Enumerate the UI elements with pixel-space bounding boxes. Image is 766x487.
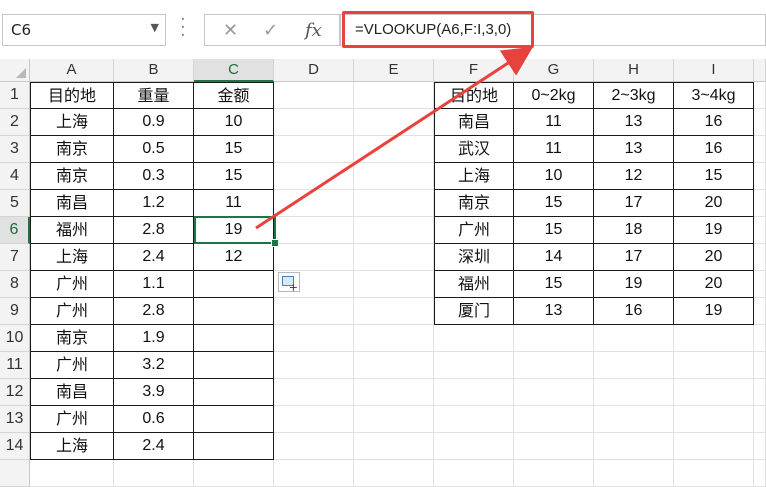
annotation-arrow: [255, 46, 534, 230]
arrow-line: [255, 46, 534, 230]
